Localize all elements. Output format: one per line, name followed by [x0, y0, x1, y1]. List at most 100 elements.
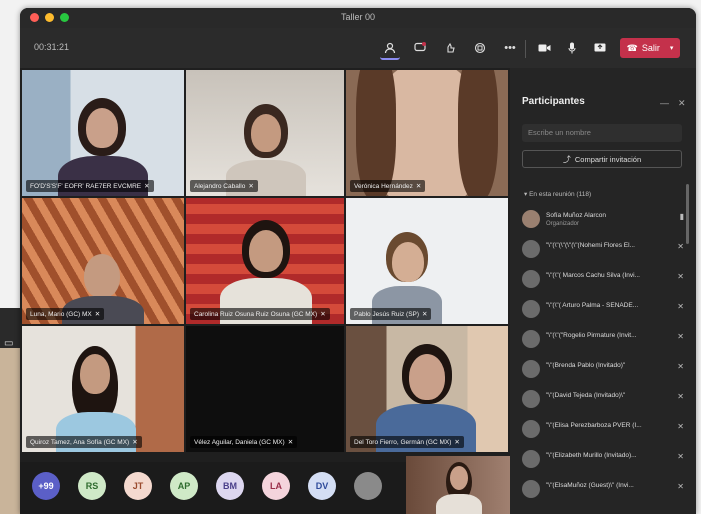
video-tile[interactable]: Verónica Hernández ✕: [346, 70, 508, 196]
microphone-icon: ▮: [679, 212, 684, 221]
avatar[interactable]: DV: [308, 472, 336, 500]
leave-label: Salir: [641, 43, 660, 53]
mic-off-icon: ✕: [132, 439, 138, 446]
video-tile[interactable]: Del Toro Fierro, Germán (GC MX) ✕: [346, 326, 508, 452]
mic-off-icon: ✕: [415, 183, 422, 190]
avatar: [522, 450, 540, 468]
avatar[interactable]: BM: [216, 472, 244, 500]
participants-panel: Participantes — ✕ Escribe un nombre ⤴ Co…: [510, 68, 696, 514]
avatar: [522, 210, 540, 228]
participant-name-label: Carolina Ruiz Osuna Ruiz Osuna (GC MX) ✕: [190, 308, 330, 320]
mic-off-icon: ✕: [677, 302, 684, 311]
mic-off-icon: ✕: [677, 422, 684, 431]
participant-name-label: Quiroz Tamez, Ana Sofía (GC MX) ✕: [26, 436, 142, 448]
mic-off-icon: ✕: [677, 332, 684, 341]
mic-off-icon: ✕: [454, 439, 460, 446]
mic-off-icon: ✕: [144, 183, 150, 190]
camera-icon[interactable]: [534, 38, 554, 58]
list-item[interactable]: "\"(\"( Arturo Palma - SENADE... ✕: [522, 296, 686, 326]
participant-avatar-strip: +99 RS JT AP BM LA DV: [20, 462, 406, 514]
avatar: [522, 270, 540, 288]
leave-button[interactable]: ☎ Salir ▾: [620, 38, 680, 58]
video-tile[interactable]: FO'D'S'S'F' EOFR' RAE7ER EVCMRE ✕: [22, 70, 184, 196]
video-tile[interactable]: Luna, Mario (GC) MX ✕: [22, 198, 184, 324]
participant-name: "\"(David Tejeda (Invitado)\": [546, 392, 626, 399]
avatar[interactable]: RS: [78, 472, 106, 500]
participant-name-label: Vélez Aguilar, Daniela (GC MX) ✕: [190, 436, 298, 448]
self-view-video[interactable]: [406, 456, 510, 514]
mic-off-icon: ✕: [248, 183, 254, 190]
video-tile[interactable]: Alejandro Caballo ✕: [186, 70, 344, 196]
mic-off-icon: ✕: [677, 242, 684, 251]
video-tile[interactable]: Quiroz Tamez, Ana Sofía (GC MX) ✕: [22, 326, 184, 452]
teams-meeting-window: Taller 00 00:31:21 ••• ☎ Salir ▾ FO'D'S'…: [20, 8, 696, 514]
participant-list: Sofía Muñoz Alarcon Organizador ▮ "\"(\"…: [522, 206, 686, 506]
chevron-down-icon: ▾: [524, 191, 528, 198]
meeting-toolbar: 00:31:21 ••• ☎ Salir ▾: [20, 28, 696, 68]
avatar: [522, 390, 540, 408]
panel-title: Participantes: [522, 96, 585, 107]
video-grid: FO'D'S'S'F' EOFR' RAE7ER EVCMRE ✕ Alejand…: [20, 68, 510, 462]
mic-off-icon: ✕: [94, 311, 101, 318]
participant-name-label: Verónica Hernández ✕: [350, 180, 426, 192]
reactions-icon[interactable]: [440, 38, 460, 58]
participant-search-input[interactable]: Escribe un nombre: [522, 124, 682, 142]
close-icon[interactable]: ✕: [678, 98, 686, 109]
avatar[interactable]: LA: [262, 472, 290, 500]
background-window-content: [0, 348, 22, 514]
section-header[interactable]: ▾ En esta reunión (118): [524, 190, 591, 198]
title-bar: Taller 00: [20, 8, 696, 28]
chat-icon[interactable]: [410, 38, 430, 58]
share-screen-icon[interactable]: [590, 38, 610, 58]
avatar: [522, 240, 540, 258]
participant-name: "\"(Elizabeth Murillo (Invitado)...: [546, 452, 637, 459]
list-item[interactable]: "\"(\"("Rogelio Pirmature (Invit... ✕: [522, 326, 686, 356]
microphone-icon[interactable]: [562, 38, 582, 58]
share-invite-button[interactable]: ⤴ Compartir invitación: [522, 150, 682, 168]
participant-name: "\"(Brenda Pablo (Invitado)": [546, 362, 626, 369]
participant-name-label: Pablo Jesús Ruiz (SP) ✕: [350, 308, 432, 320]
video-tile[interactable]: Carolina Ruiz Osuna Ruiz Osuna (GC MX) ✕: [186, 198, 344, 324]
overflow-participants-avatar[interactable]: +99: [32, 472, 60, 500]
participant-name-label: Luna, Mario (GC) MX ✕: [26, 308, 105, 320]
list-item[interactable]: "\"(\"(\"(\"(\"(Nohemi Flores El... ✕: [522, 236, 686, 266]
list-item[interactable]: "\"(\"( Marcos Cachu Silva (Invi... ✕: [522, 266, 686, 296]
mic-off-icon: ✕: [677, 392, 684, 401]
phone-hangup-icon: ☎: [626, 42, 638, 53]
mic-off-icon: ✕: [287, 439, 294, 446]
avatar[interactable]: AP: [170, 472, 198, 500]
participant-name-label: Del Toro Fierro, Germán (GC MX) ✕: [350, 436, 464, 448]
participant-name: "\"(\"(\"(\"(\"(Nohemi Flores El...: [546, 242, 635, 249]
participants-icon[interactable]: [380, 38, 400, 60]
avatar: [522, 420, 540, 438]
avatar-photo[interactable]: [354, 472, 382, 500]
chevron-down-icon: ▾: [669, 45, 674, 52]
list-item[interactable]: "\"(Brenda Pablo (Invitado)" ✕: [522, 356, 686, 386]
mic-off-icon: ✕: [677, 272, 684, 281]
list-item[interactable]: Sofía Muñoz Alarcon Organizador ▮: [522, 206, 686, 236]
avatar: [522, 300, 540, 318]
more-options-icon[interactable]: •••: [500, 38, 520, 58]
list-item[interactable]: "\"(ElsaMuñoz (Guest)\" (Invi... ✕: [522, 476, 686, 506]
panel-scrollbar[interactable]: [686, 184, 689, 244]
video-tile[interactable]: Pablo Jesús Ruiz (SP) ✕: [346, 198, 508, 324]
mic-off-icon: ✕: [677, 452, 684, 461]
list-item[interactable]: "\"(Elisa Perezbarboza PVER (I... ✕: [522, 416, 686, 446]
list-item[interactable]: "\"(Elizabeth Murillo (Invitado)... ✕: [522, 446, 686, 476]
participant-name: Sofía Muñoz Alarcon: [546, 212, 606, 219]
avatar[interactable]: JT: [124, 472, 152, 500]
video-tile[interactable]: Vélez Aguilar, Daniela (GC MX) ✕: [186, 326, 344, 452]
participant-name: "\"(\"( Arturo Palma - SENADE...: [546, 302, 639, 309]
popout-icon[interactable]: —: [660, 98, 669, 108]
participant-name: "\"(Elisa Perezbarboza PVER (I...: [546, 422, 642, 429]
rooms-icon[interactable]: [470, 38, 490, 58]
participant-name-label: FO'D'S'S'F' EOFR' RAE7ER EVCMRE ✕: [26, 180, 154, 192]
mic-off-icon: ✕: [677, 362, 684, 371]
avatar: [522, 330, 540, 348]
avatar: [522, 360, 540, 378]
list-item[interactable]: "\"(David Tejeda (Invitado)\" ✕: [522, 386, 686, 416]
share-invite-label: Compartir invitación: [574, 154, 642, 164]
share-icon: ⤴: [562, 154, 571, 164]
mic-off-icon: ✕: [677, 482, 684, 491]
participant-role: Organizador: [546, 221, 580, 227]
